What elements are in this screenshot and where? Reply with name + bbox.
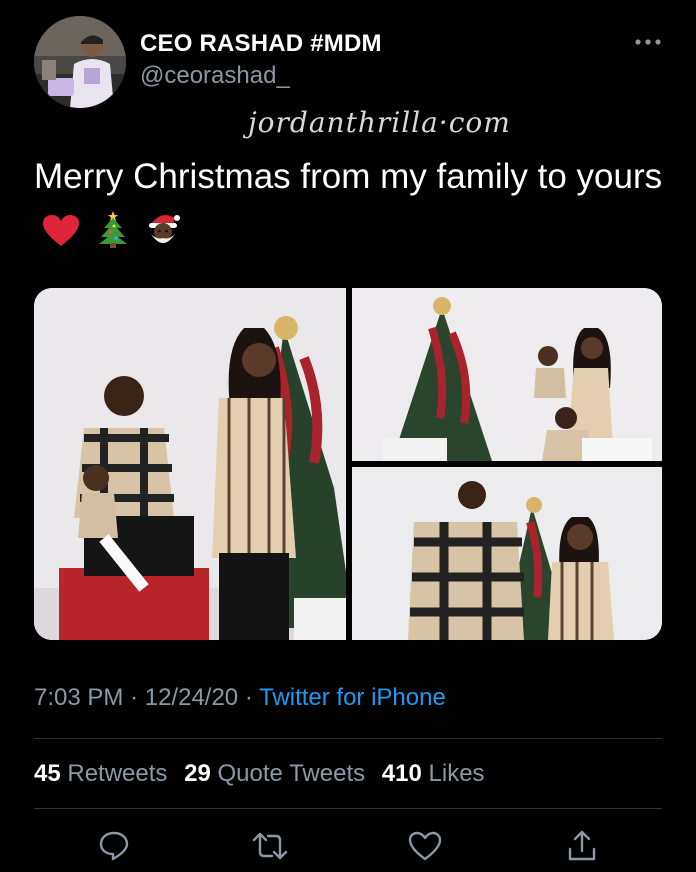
santa-icon	[145, 210, 181, 264]
retweet-button[interactable]	[252, 828, 288, 864]
quote-tweets-stat[interactable]: 29 Quote Tweets	[184, 760, 365, 787]
meta-separator-2: ·	[244, 684, 253, 711]
photo-mother-baby[interactable]	[352, 288, 662, 461]
avatar-image	[34, 16, 126, 108]
red-heart-icon	[42, 210, 80, 264]
tweet-text: Merry Christmas from my family to yours	[34, 150, 664, 264]
retweets-count: 45	[34, 760, 61, 787]
reply-icon	[99, 831, 129, 861]
quote-tweets-label: Quote Tweets	[217, 760, 366, 787]
divider-top	[34, 738, 662, 739]
watermark-text: jordanthrilla·com	[248, 106, 511, 139]
avatar[interactable]	[34, 16, 126, 108]
engagement-stats: 45 Retweets 29 Quote Tweets 410 Likes	[34, 760, 495, 788]
meta-separator: ·	[130, 684, 139, 711]
tweet-source-link[interactable]: Twitter for iPhone	[259, 684, 446, 711]
like-button[interactable]	[407, 828, 443, 864]
share-button[interactable]	[564, 828, 600, 864]
retweet-icon	[252, 832, 288, 860]
likes-stat[interactable]: 410 Likes	[382, 760, 485, 787]
more-options-button[interactable]	[634, 30, 662, 54]
display-name[interactable]: CEO RASHAD #MDM	[140, 30, 382, 58]
retweets-stat[interactable]: 45 Retweets	[34, 760, 167, 787]
christmas-tree-icon	[98, 210, 128, 264]
tweet-body: Merry Christmas from my family to yours	[34, 157, 663, 196]
action-bar	[34, 828, 662, 868]
media-grid	[34, 288, 662, 640]
tweet-date[interactable]: 12/24/20	[145, 684, 238, 711]
likes-count: 410	[381, 760, 422, 787]
author-info: CEO RASHAD #MDM @ceorashad_	[140, 30, 382, 90]
reply-button[interactable]	[96, 828, 132, 864]
retweets-label: Retweets	[67, 760, 168, 787]
divider-bottom	[34, 808, 662, 809]
tweet-time[interactable]: 7:03 PM	[34, 684, 123, 711]
more-dots-icon	[635, 39, 661, 45]
mother-baby-photo-image	[352, 288, 662, 461]
like-icon	[408, 831, 442, 861]
photo-family-seated[interactable]	[34, 288, 346, 640]
likes-label: Likes	[428, 760, 485, 787]
quote-tweets-count: 29	[184, 760, 211, 787]
family-photo-image	[34, 288, 346, 640]
couple-photo-image	[352, 467, 662, 640]
photo-couple[interactable]	[352, 467, 662, 640]
tweet-meta: 7:03 PM · 12/24/20 · Twitter for iPhone	[34, 684, 446, 712]
tweet: CEO RASHAD #MDM @ceorashad_ jordanthrill…	[0, 0, 696, 872]
username-handle[interactable]: @ceorashad_	[140, 62, 382, 90]
share-icon	[568, 830, 596, 861]
